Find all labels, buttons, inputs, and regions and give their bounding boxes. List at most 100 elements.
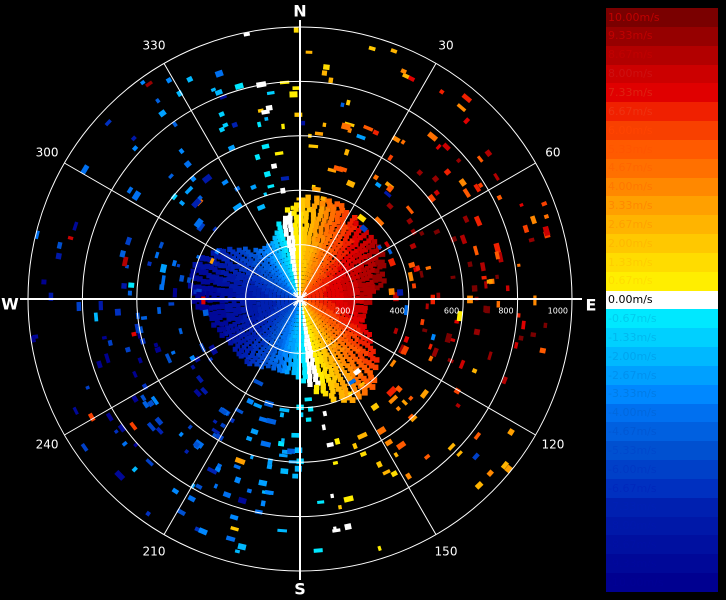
velocity-cell	[405, 472, 412, 480]
velocity-cell	[220, 422, 227, 429]
velocity-cell	[363, 124, 374, 132]
velocity-cell	[387, 154, 394, 162]
velocity-cell	[205, 290, 210, 298]
velocity-cell	[231, 274, 237, 279]
velocity-cell	[360, 318, 365, 323]
colorbar-cell: -10.00m/s	[606, 573, 718, 593]
velocity-cell	[176, 508, 187, 517]
colorbar-label: -4.00m/s	[608, 406, 657, 420]
velocity-cell	[473, 328, 481, 336]
velocity-cell	[187, 494, 197, 503]
velocity-cell	[400, 139, 406, 145]
velocity-cell	[314, 344, 319, 349]
velocity-cell	[221, 178, 229, 186]
colorbar-cell: -6.00m/s	[606, 460, 718, 480]
velocity-cell	[340, 279, 345, 285]
velocity-cell	[264, 116, 269, 122]
colorbar-cell: 1.33m/s	[606, 252, 718, 273]
velocity-cell	[256, 121, 262, 128]
colorbar-label: 8.67m/s	[608, 48, 653, 62]
azimuth-label: 30	[438, 39, 453, 53]
colorbar-label: 2.67m/s	[608, 217, 653, 231]
velocity-cell	[243, 318, 249, 323]
velocity-cell	[337, 504, 343, 510]
velocity-cell	[263, 170, 271, 178]
velocity-cell	[370, 284, 376, 289]
colorbar-cell: 8.00m/s	[606, 64, 718, 84]
velocity-cell	[332, 460, 339, 466]
velocity-cell	[384, 438, 394, 447]
velocity-cell	[307, 345, 312, 351]
velocity-cell	[202, 309, 209, 317]
velocity-cell	[313, 232, 318, 238]
velocity-cell	[276, 221, 282, 227]
colorbar-cell: -4.67m/s	[606, 422, 718, 442]
velocity-cell	[533, 295, 537, 306]
velocity-cell	[345, 179, 356, 188]
velocity-cell	[314, 131, 324, 136]
velocity-cell	[433, 189, 440, 196]
velocity-cell	[322, 64, 330, 71]
velocity-cell	[301, 247, 307, 252]
colorbar-cell: 2.00m/s	[606, 234, 718, 254]
velocity-cell	[234, 549, 241, 554]
velocity-cell	[471, 367, 478, 374]
velocity-cell	[168, 302, 175, 306]
velocity-cell	[371, 239, 378, 245]
velocity-cell	[107, 339, 113, 347]
velocity-cell	[217, 327, 223, 333]
velocity-cell	[232, 307, 238, 313]
velocity-cell	[423, 453, 431, 460]
azimuth-label: 210	[143, 544, 166, 558]
velocity-cell	[178, 148, 185, 155]
velocity-cell	[358, 282, 363, 287]
velocity-cell	[306, 239, 312, 244]
velocity-cell	[284, 232, 289, 237]
colorbar-label: 8.00m/s	[608, 67, 653, 81]
velocity-cell	[253, 247, 259, 253]
velocity-cell	[431, 175, 440, 183]
colorbar-label: -2.00m/s	[608, 349, 657, 363]
velocity-cell	[390, 48, 398, 54]
velocity-cell	[389, 359, 397, 368]
velocity-cell	[291, 370, 297, 376]
velocity-cell	[140, 315, 148, 321]
velocity-cell	[250, 353, 255, 359]
velocity-cell	[370, 267, 376, 273]
colorbar-label: -10.00m/s	[608, 575, 664, 589]
velocity-cell	[352, 316, 357, 321]
velocity-cell	[386, 202, 394, 210]
velocity-cell	[228, 307, 234, 313]
velocity-cell	[518, 335, 524, 341]
colorbar-label: -3.33m/s	[608, 387, 657, 401]
velocity-cell	[72, 406, 79, 416]
velocity-cell	[237, 496, 247, 505]
velocity-cell	[131, 190, 142, 201]
colorbar-cell: -2.00m/s	[606, 347, 718, 367]
velocity-cell	[353, 220, 359, 227]
velocity-cell	[240, 306, 246, 312]
velocity-cell	[427, 131, 439, 142]
velocity-cell	[67, 235, 74, 241]
velocity-cell	[314, 356, 320, 361]
velocity-cell	[354, 308, 360, 313]
velocity-cell	[234, 456, 246, 466]
velocity-cell	[286, 239, 292, 245]
velocity-cell	[433, 228, 441, 235]
velocity-cell	[543, 322, 548, 329]
velocity-cell	[407, 271, 414, 282]
velocity-cell	[430, 333, 436, 341]
velocity-cell	[249, 284, 254, 289]
polar-radar-plot: N S W E 30 60 120 150 210 240 300 330 200 400 600 800 10…	[1, 2, 596, 599]
velocity-cell	[258, 248, 263, 254]
colorbar-label: -5.33m/s	[608, 443, 657, 457]
velocity-cell	[305, 50, 313, 54]
velocity-cell	[356, 133, 366, 141]
azimuth-label: 150	[435, 544, 458, 558]
velocity-cell	[356, 431, 368, 440]
colorbar-label: 2.00m/s	[608, 236, 653, 250]
velocity-cell	[384, 240, 391, 248]
velocity-cell	[326, 441, 334, 448]
colorbar-label: -4.67m/s	[608, 425, 657, 439]
colorbar-cell: -5.33m/s	[606, 441, 718, 461]
